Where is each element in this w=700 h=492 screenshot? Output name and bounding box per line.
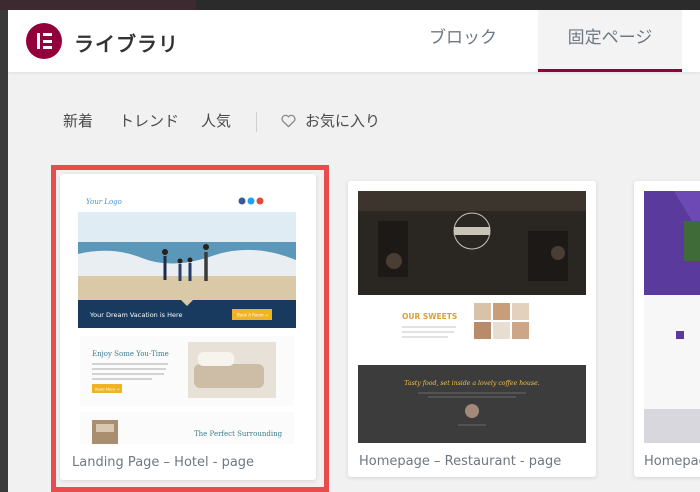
tab-pages[interactable]: 固定ページ	[538, 10, 682, 72]
background-editor-bar	[0, 0, 700, 10]
preview-quote: Tasty food, set inside a lovely coffee h…	[404, 380, 539, 387]
active-tab-indicator	[538, 69, 682, 72]
preview-sweets-title: OUR SWEETS	[402, 312, 457, 321]
filter-bar: 新着 トレンド 人気 お気に入り	[8, 110, 700, 134]
template-caption-third: Homepag	[644, 454, 700, 469]
filter-popular[interactable]: 人気	[201, 110, 231, 131]
tab-pages-label: 固定ページ	[567, 28, 653, 48]
filter-divider	[256, 112, 257, 132]
heart-icon[interactable]	[281, 114, 296, 128]
template-preview-restaurant[interactable]: OUR SWEETS Tasty food, set inside a love…	[358, 191, 586, 443]
selection-highlight	[51, 165, 329, 492]
template-card-restaurant[interactable]: OUR SWEETS Tasty food, set inside a love…	[348, 181, 596, 477]
elementor-logo-icon	[26, 23, 62, 59]
filter-favorites[interactable]: お気に入り	[305, 110, 380, 131]
template-caption-restaurant: Homepage – Restaurant - page	[359, 454, 562, 469]
library-title: ライブラリ	[74, 32, 179, 56]
library-header: ライブラリ ブロック 固定ページ	[8, 10, 700, 72]
background-editor-item	[0, 0, 196, 10]
filter-new[interactable]: 新着	[63, 110, 93, 131]
template-library-modal: ライブラリ ブロック 固定ページ 新着 トレンド 人気 お気に入り Your L…	[8, 10, 700, 492]
template-preview-third[interactable]	[644, 191, 700, 443]
tab-blocks[interactable]: ブロック	[408, 10, 518, 72]
filter-trend[interactable]: トレンド	[119, 110, 179, 131]
template-card-third[interactable]: Homepag	[634, 181, 700, 477]
